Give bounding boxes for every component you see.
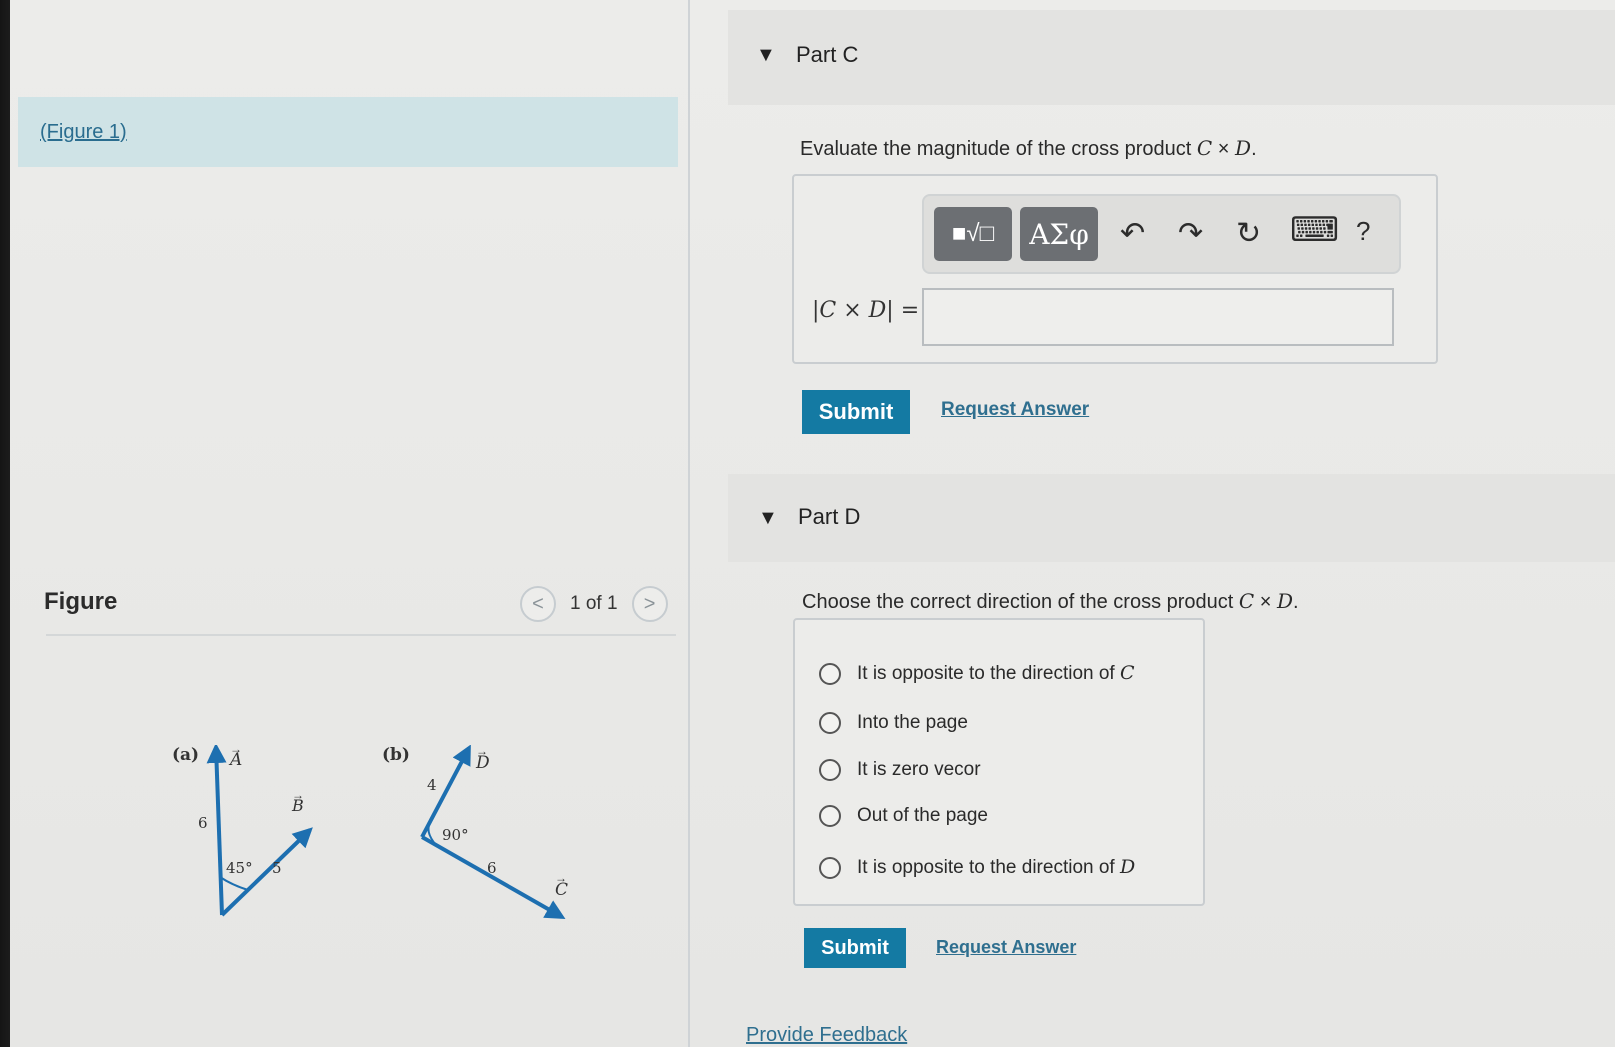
chevron-right-icon: >	[643, 592, 656, 615]
math-toolbar: ■√□ ΑΣφ ↶ ↷ ↻ ⌨ ?	[922, 194, 1401, 274]
panel-b-label: (b)	[382, 745, 410, 765]
option-out-of-page[interactable]: Out of the page	[819, 805, 988, 827]
answer-box: ■√□ ΑΣφ ↶ ↷ ↻ ⌨ ? |C × D| =	[792, 174, 1438, 364]
pane-divider	[688, 0, 690, 1047]
angle-arc-a	[219, 876, 249, 891]
angle-a-label: 45°	[226, 859, 253, 877]
radio-button[interactable]	[819, 759, 841, 781]
vector-figure: (a) A → B → 6 45° 5 (b) D → C → 4 90° 6	[172, 745, 568, 919]
chevron-left-icon: <	[532, 592, 544, 615]
part-d-title: Part D	[798, 504, 861, 529]
figure-link-bar: (Figure 1)	[18, 97, 678, 167]
part-c-submit-button[interactable]: Submit	[802, 390, 910, 434]
reset-icon[interactable]: ↻	[1236, 216, 1261, 251]
radio-button[interactable]	[819, 712, 841, 734]
pager-prev-button[interactable]: <	[520, 586, 556, 622]
radio-button[interactable]	[819, 856, 841, 879]
vector-c-arrow	[421, 835, 566, 919]
vector-d-symbol: D	[1277, 589, 1294, 613]
collapse-caret-icon[interactable]: ▼	[756, 44, 776, 67]
part-c-request-answer-link[interactable]: Request Answer	[941, 399, 1089, 421]
panel-a-label: (a)	[172, 745, 199, 765]
length-a-label: 6	[198, 814, 208, 832]
collapse-caret-icon[interactable]: ▼	[758, 507, 778, 530]
provide-feedback-link[interactable]: Provide Feedback	[746, 1024, 907, 1047]
figure-title: Figure	[44, 588, 118, 615]
option-zero-vector[interactable]: It is zero vecor	[819, 759, 981, 781]
length-d-label: 4	[427, 776, 437, 794]
vector-d-arrowhead-symbol: →	[476, 745, 488, 758]
figure-link[interactable]: (Figure 1)	[40, 121, 127, 144]
part-d-prompt: Choose the correct direction of the cros…	[802, 589, 1299, 613]
radio-button[interactable]	[819, 662, 841, 685]
vector-c-arrowhead-symbol: →	[555, 871, 567, 885]
vector-a-arrow	[206, 745, 227, 916]
templates-icon: ■√□	[951, 220, 995, 247]
option-opposite-d[interactable]: It is opposite to the direction of D	[819, 856, 1135, 879]
keyboard-icon[interactable]: ⌨	[1290, 210, 1339, 250]
option-into-page[interactable]: Into the page	[819, 712, 968, 734]
vector-a-arrowhead-symbol: →	[230, 745, 242, 756]
templates-button[interactable]: ■√□	[934, 207, 1012, 261]
direction-options: It is opposite to the direction of C Int…	[793, 618, 1205, 906]
length-b-label: 5	[272, 859, 282, 877]
figure-pane: (Figure 1) Figure < 1 of 1 > (a) A → B →…	[10, 0, 685, 1047]
part-d-header[interactable]: ▼ Part D	[728, 474, 1615, 562]
undo-icon[interactable]: ↶	[1120, 216, 1145, 251]
vector-b-arrowhead-symbol: →	[292, 788, 304, 802]
help-icon[interactable]: ?	[1356, 216, 1370, 247]
radio-button[interactable]	[819, 805, 841, 827]
greek-symbols-button[interactable]: ΑΣφ	[1020, 207, 1098, 261]
part-d-submit-button[interactable]: Submit	[804, 928, 906, 968]
redo-icon[interactable]: ↷	[1178, 216, 1203, 251]
vector-c-symbol: C	[1238, 589, 1255, 613]
part-c-title: Part C	[796, 42, 859, 67]
expression-label: |C × D| =	[812, 298, 920, 323]
pager-next-button[interactable]: >	[631, 586, 668, 622]
greek-label: ΑΣφ	[1029, 217, 1089, 251]
part-c-header[interactable]: ▼ Part C	[728, 10, 1615, 105]
option-opposite-c[interactable]: It is opposite to the direction of C	[819, 662, 1135, 685]
part-d-request-answer-link[interactable]: Request Answer	[936, 937, 1076, 958]
vector-d-symbol: D	[1235, 136, 1252, 160]
figure-pager: < 1 of 1 >	[520, 586, 668, 622]
angle-b-label: 90°	[442, 826, 469, 844]
figure-divider	[46, 634, 676, 636]
length-c-label: 6	[487, 859, 497, 877]
answer-input[interactable]	[922, 288, 1394, 346]
pager-count: 1 of 1	[570, 593, 618, 614]
vector-c-symbol: C	[1196, 136, 1213, 160]
part-c-prompt: Evaluate the magnitude of the cross prod…	[800, 136, 1257, 160]
